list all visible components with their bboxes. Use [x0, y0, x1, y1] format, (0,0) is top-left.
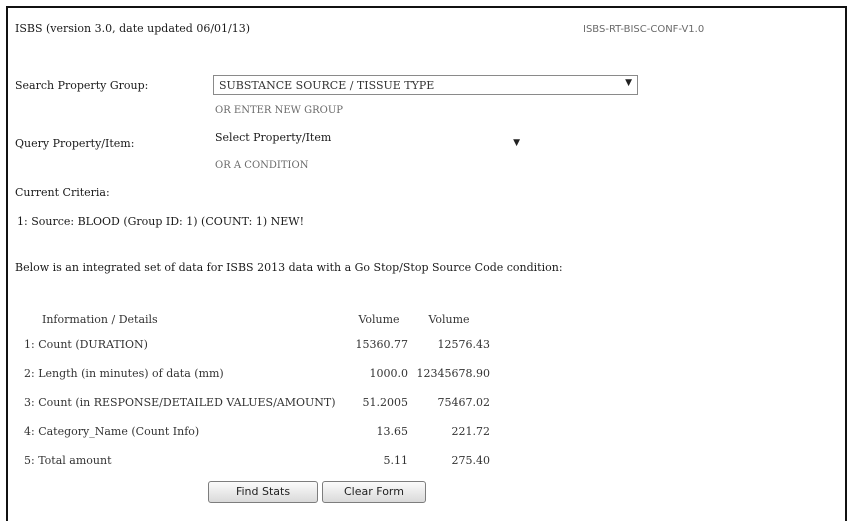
query-property-hint: OR A CONDITION [215, 160, 309, 171]
row-label: 2: Length (in minutes) of data (mm) [24, 367, 224, 380]
row-label: 5: Total amount [24, 454, 112, 467]
results-table: Information / Details Volume Volume 1: C… [24, 308, 494, 475]
column-header-volume-2: Volume [428, 312, 470, 326]
row-value-2: 12576.43 [437, 338, 491, 351]
chevron-down-icon: ▼ [625, 78, 632, 88]
column-header-details: Information / Details [42, 312, 158, 326]
find-stats-button[interactable]: Find Stats [208, 481, 318, 503]
row-value-1: 15360.77 [355, 338, 409, 351]
row-value-1: 1000.0 [369, 367, 409, 380]
row-value-1: 51.2005 [362, 396, 409, 409]
notice-text: Below is an integrated set of data for I… [15, 261, 563, 274]
row-value-2: 275.40 [451, 454, 491, 467]
query-property-select[interactable]: Select Property/Item ▼ [215, 131, 520, 151]
current-criteria-value: 1: Source: BLOOD (Group ID: 1) (COUNT: 1… [17, 215, 304, 228]
current-criteria-label: Current Criteria: [15, 186, 110, 199]
page-title: ISBS (version 3.0, date updated 06/01/13… [15, 22, 251, 35]
row-value-1: 5.11 [383, 454, 409, 467]
search-property-label: Search Property Group: [15, 79, 149, 92]
table-row: 1: Count (DURATION) 15360.77 12576.43 [24, 330, 494, 359]
chevron-down-icon: ▼ [513, 138, 520, 148]
search-property-value: SUBSTANCE SOURCE / TISSUE TYPE [219, 79, 435, 92]
row-label: 3: Count (in RESPONSE/DETAILED VALUES/AM… [24, 396, 336, 409]
query-property-value: Select Property/Item [215, 131, 332, 144]
table-row: 2: Length (in minutes) of data (mm) 1000… [24, 359, 494, 388]
query-property-label: Query Property/Item: [15, 137, 135, 150]
table-header-row: Information / Details Volume Volume [24, 308, 494, 330]
row-value-2: 221.72 [451, 425, 491, 438]
header-link[interactable]: ISBS-RT-BISC-CONF-V1.0 [583, 24, 704, 35]
table-row: 5: Total amount 5.11 275.40 [24, 446, 494, 475]
table-row: 4: Category_Name (Count Info) 13.65 221.… [24, 417, 494, 446]
row-value-2: 12345678.90 [416, 367, 490, 380]
search-property-hint: OR ENTER NEW GROUP [215, 105, 344, 116]
row-label: 1: Count (DURATION) [24, 338, 148, 351]
table-row: 3: Count (in RESPONSE/DETAILED VALUES/AM… [24, 388, 494, 417]
row-label: 4: Category_Name (Count Info) [24, 425, 200, 438]
row-value-2: 75467.02 [437, 396, 491, 409]
column-header-volume-1: Volume [358, 312, 400, 326]
clear-form-button[interactable]: Clear Form [322, 481, 426, 503]
row-value-1: 13.65 [376, 425, 409, 438]
search-property-select[interactable]: SUBSTANCE SOURCE / TISSUE TYPE ▼ [213, 75, 638, 95]
